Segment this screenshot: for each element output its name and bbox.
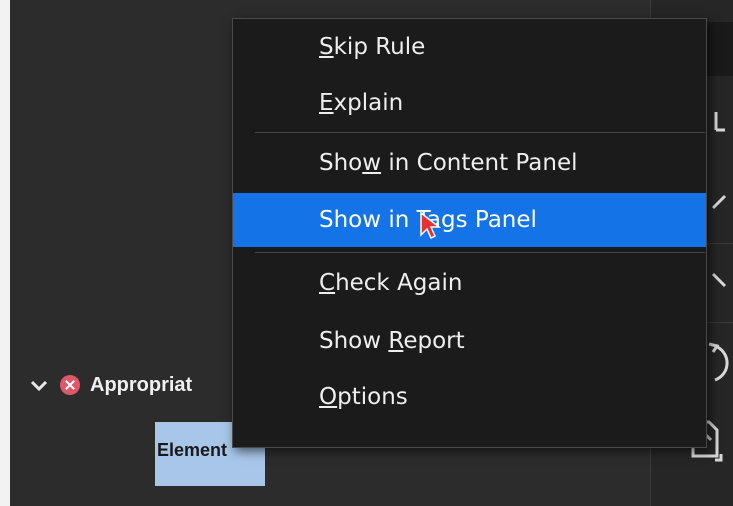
menu-item-label: kip Rule (333, 34, 426, 60)
error-icon (60, 375, 80, 395)
menu-item-label: eport (403, 328, 465, 354)
menu-item-label: Show (319, 328, 389, 354)
menu-item-explain[interactable]: Explain (233, 75, 706, 131)
menu-item-check-again[interactable]: Check Again (233, 255, 706, 311)
chevron-up-icon[interactable] (711, 190, 731, 214)
left-edge-strip (0, 0, 10, 506)
menu-item-mnemonic: S (319, 34, 334, 60)
tree-item-label: Appropriat (90, 373, 193, 396)
menu-item-label: Sho (319, 150, 363, 176)
tree-row-parent[interactable]: Appropriat (28, 370, 192, 400)
context-menu: Skip Rule Explain Show in Content Panel … (232, 18, 707, 448)
menu-item-options[interactable]: Options (233, 369, 706, 425)
refresh-icon[interactable] (705, 340, 733, 384)
tree-child-label: Element (157, 440, 228, 460)
menu-divider (255, 252, 705, 253)
menu-item-label: heck Again (335, 270, 463, 296)
menu-item-show-in-tags-panel[interactable]: Show in Tags Panel (233, 193, 706, 247)
menu-item-label: ptions (337, 384, 408, 410)
chevron-down-icon[interactable] (711, 268, 731, 292)
menu-item-mnemonic: O (319, 384, 338, 410)
mouse-pointer-icon (420, 211, 441, 240)
chevron-down-icon[interactable] (28, 374, 50, 396)
menu-divider (255, 132, 705, 133)
menu-item-mnemonic: E (319, 90, 334, 116)
menu-item-label: xplain (333, 90, 404, 116)
toolbar-icon[interactable] (713, 108, 727, 138)
menu-item-mnemonic: C (319, 270, 336, 296)
menu-item-show-in-content-panel[interactable]: Show in Content Panel (233, 135, 706, 191)
menu-item-mnemonic: w (362, 150, 382, 176)
menu-item-label: in Content Panel (381, 150, 578, 176)
menu-item-skip-rule[interactable]: Skip Rule (233, 19, 706, 75)
menu-item-mnemonic: R (388, 328, 404, 354)
menu-item-show-report[interactable]: Show Report (233, 313, 706, 369)
